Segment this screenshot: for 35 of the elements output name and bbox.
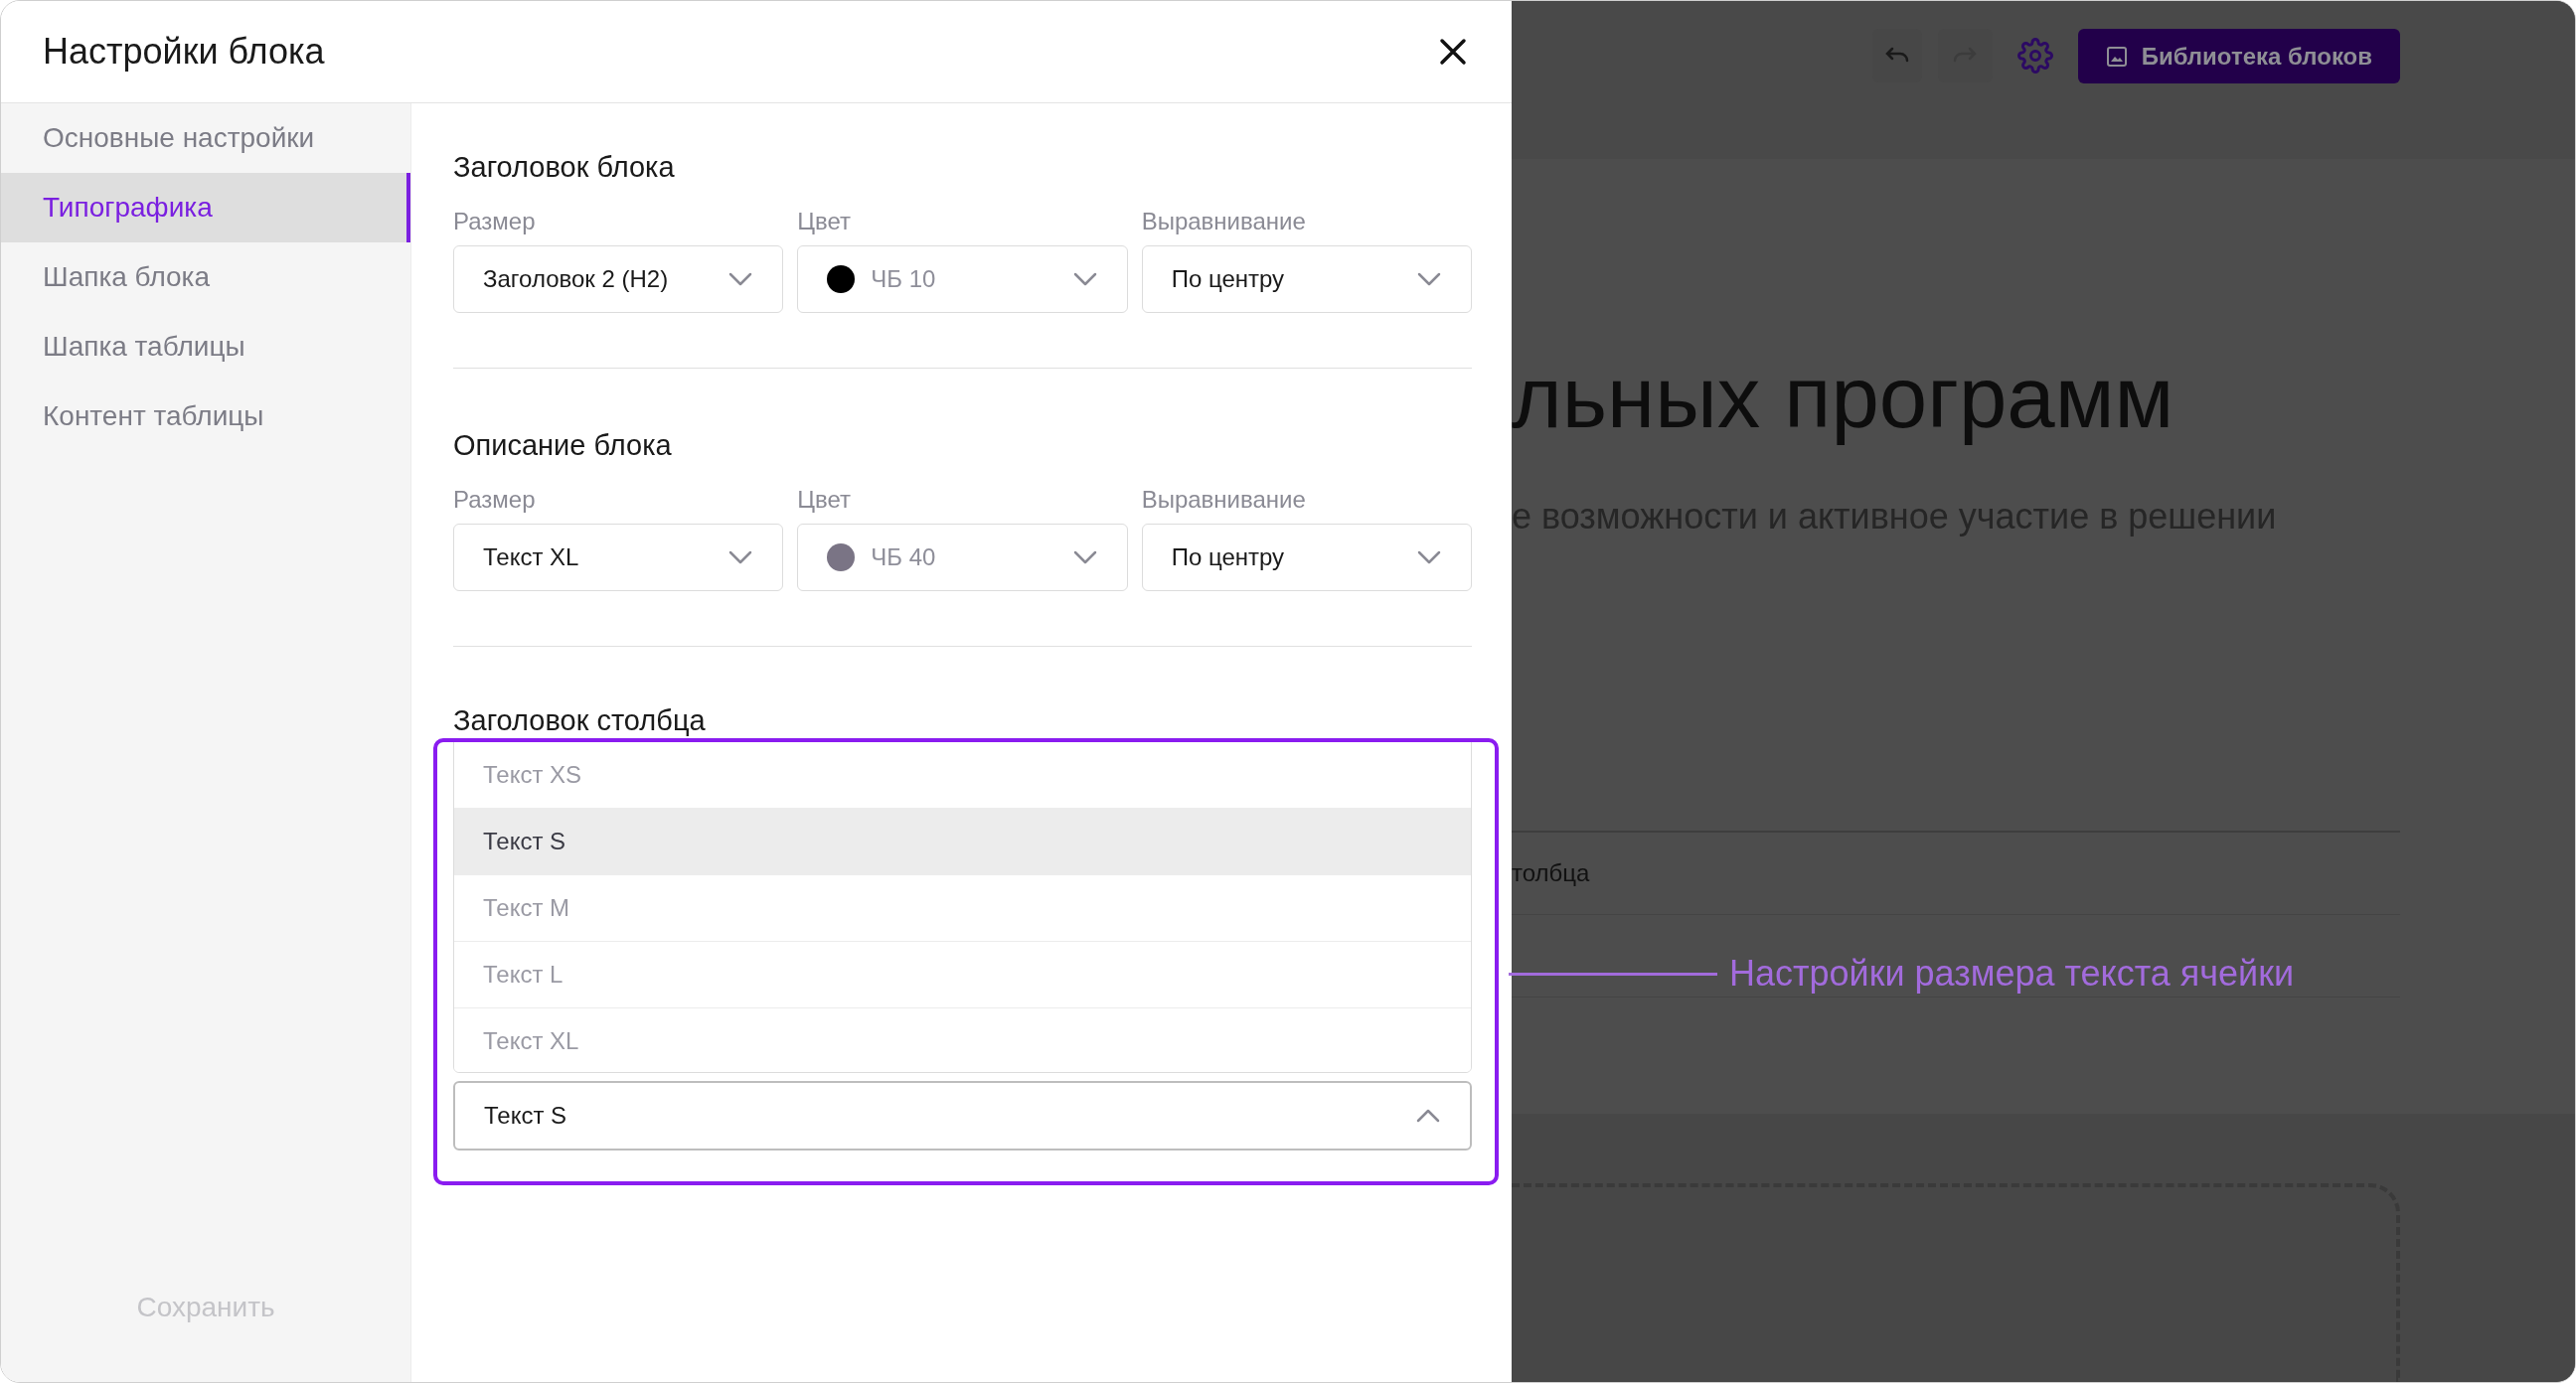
chevron-down-icon (727, 549, 754, 565)
select-field[interactable]: По центру (1141, 245, 1472, 313)
sidebar-tab[interactable]: Основные настройки (1, 103, 410, 173)
chevron-down-icon (1071, 271, 1098, 287)
select-field[interactable]: ЧБ 40 (797, 524, 1128, 591)
modal-title: Настройки блока (43, 30, 325, 74)
chevron-down-icon (1416, 549, 1442, 565)
section-title: Заголовок столбца (453, 703, 707, 737)
select-field[interactable]: Заголовок 2 (H2) (453, 245, 784, 313)
page-heading: льных программ (1512, 347, 2175, 447)
sidebar-tab[interactable]: Типографика (1, 173, 410, 242)
field-label: Цвет (797, 485, 853, 515)
field-label: Выравнивание (1141, 207, 1307, 236)
chevron-down-icon (1416, 271, 1442, 287)
sidebar-tab[interactable]: Шапка блока (1, 242, 410, 312)
field-label: Выравнивание (1141, 485, 1307, 515)
section-title: Описание блока (453, 428, 673, 463)
select-field[interactable]: ЧБ 10 (797, 245, 1128, 313)
table-cell-text: толбца (1512, 857, 1590, 888)
section-title: Заголовок блока (453, 150, 676, 185)
select-field[interactable]: Текст XL (453, 524, 784, 591)
sidebar-tab[interactable]: Контент таблицы (1, 382, 410, 451)
field-label: Цвет (797, 207, 853, 236)
select-field[interactable]: Текст S (453, 1081, 1472, 1151)
library-button[interactable]: Библиотека блоков (2077, 29, 2400, 83)
chevron-down-icon (727, 271, 754, 287)
select-field[interactable]: По центру (1141, 524, 1472, 591)
sidebar-tab[interactable]: Шапка таблицы (1, 312, 410, 382)
chevron-down-icon (1071, 549, 1098, 565)
field-label: Размер (453, 207, 537, 236)
dropdown-option[interactable]: Текст S (454, 809, 1471, 875)
field-label: Размер (453, 485, 537, 515)
image-icon (2105, 45, 2128, 68)
chevron-up-icon (1415, 1108, 1441, 1124)
annotation-label: Настройки размера текста ячейки (1729, 952, 2295, 996)
